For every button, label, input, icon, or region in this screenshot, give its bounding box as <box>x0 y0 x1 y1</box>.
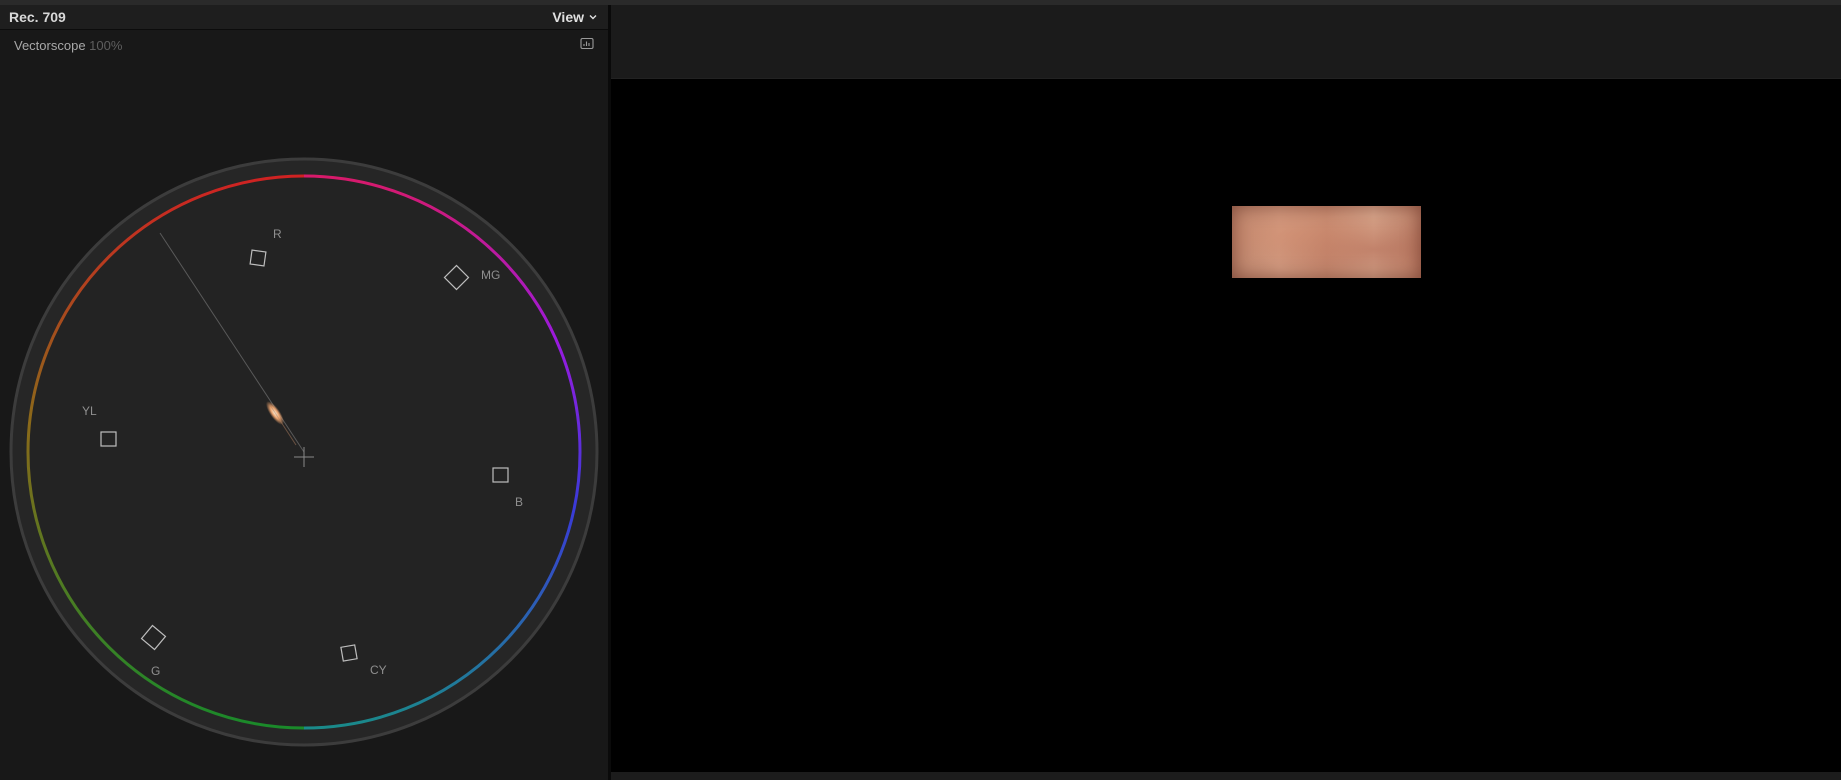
viewer-canvas[interactable] <box>611 79 1841 772</box>
target-label-cy: CY <box>370 663 387 677</box>
viewer-panel <box>611 5 1841 780</box>
target-label-mg: MG <box>481 268 500 282</box>
viewer-bottom-bar <box>611 772 1841 780</box>
target-label-yl: YL <box>82 404 97 418</box>
viewer-toolbar <box>611 5 1841 79</box>
target-label-b: B <box>515 495 523 509</box>
scope-panel: Rec. 709 View Vectorscope 100% R MG B CY… <box>0 5 608 780</box>
target-label-r: R <box>273 227 282 241</box>
video-frame-skin <box>1232 206 1421 278</box>
target-label-g: G <box>151 664 160 678</box>
vectorscope-graticule: R MG B CY G YL <box>9 157 599 747</box>
